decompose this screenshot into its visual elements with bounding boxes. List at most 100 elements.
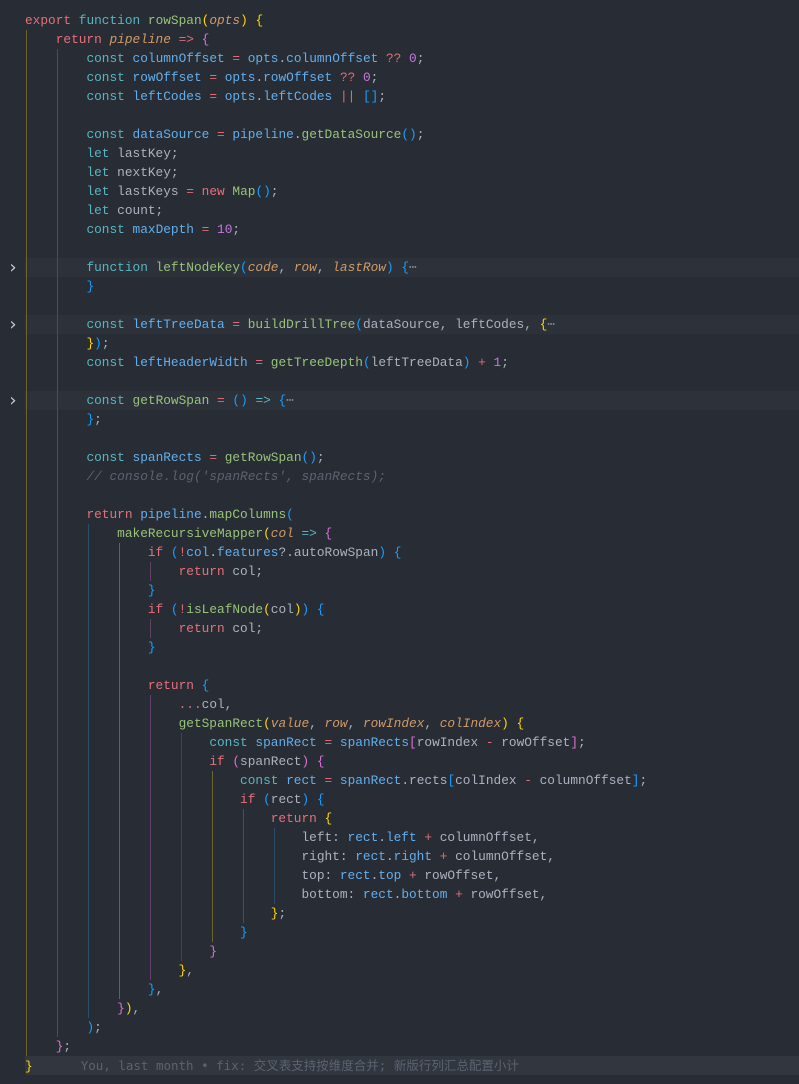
text [332,735,340,750]
code-line[interactable]: const spanRects = getRowSpan(); [25,448,324,467]
code-line[interactable] [25,486,86,505]
code-line[interactable]: if (!col.features?.autoRowSpan) { [25,543,402,562]
code-line[interactable]: }, [25,980,163,999]
code-line[interactable]: if (!isLeafNode(col)) { [25,600,325,619]
code-line[interactable]: let lastKey; [25,144,178,163]
chevron-right-icon[interactable]: › [7,258,19,277]
text [217,70,225,85]
code-line[interactable]: const leftHeaderWidth = getTreeDepth(lef… [25,353,509,372]
code-line[interactable]: export function rowSpan(opts) { [25,11,263,30]
parameter: value [270,716,310,731]
text: , [132,1001,141,1016]
bracket: () [401,127,417,142]
text: rowOffset, [462,887,548,902]
storage: const [86,127,125,142]
code-line[interactable]: const columnOffset = opts.columnOffset ?… [25,49,424,68]
code-line[interactable]: } [25,581,156,600]
text: autoRowSpan [293,545,379,560]
code-line[interactable] [25,429,86,448]
code-line[interactable]: return col; [25,619,263,638]
operator: + [424,830,433,845]
text: , [347,716,363,731]
storage: const [86,393,125,408]
code-line[interactable]: } [25,277,94,296]
code-line[interactable]: getSpanRect(value, row, rowIndex, colInd… [25,714,525,733]
code-line[interactable]: }, [25,961,194,980]
code-line[interactable]: ); [25,1018,101,1037]
parameter: opts [209,13,241,28]
variable: pipeline [232,127,294,142]
code-line[interactable]: return { [25,676,209,695]
function-name: Map [232,184,256,199]
text: rects [409,773,448,788]
code-editor[interactable]: export function rowSpan(opts) { return p… [0,0,799,1084]
text: . [278,51,287,66]
code-line[interactable]: const rowOffset = opts.rowOffset ?? 0; [25,68,378,87]
code-line[interactable]: right: rect.right + columnOffset, [25,847,555,866]
code-line[interactable]: let nextKey; [25,163,178,182]
code-line[interactable]: const leftCodes = opts.leftCodes || []; [25,87,386,106]
storage: const [86,317,125,332]
code-line[interactable]: } [25,942,217,961]
code-line[interactable]: const dataSource = pipeline.getDataSourc… [25,125,424,144]
code-line[interactable]: }; [25,1037,71,1056]
code-line[interactable]: return { [25,809,332,828]
text [125,317,133,332]
text: ; [416,127,425,142]
bracket: { [316,602,325,617]
variable: opts [224,89,256,104]
text: columnOffset, [447,849,555,864]
code-line[interactable]: top: rect.top + rowOffset, [25,866,501,885]
code-line[interactable] [25,372,86,391]
code-line[interactable]: left: rect.left + columnOffset, [25,828,539,847]
variable: spanRect [255,735,317,750]
bracket: { [516,716,525,731]
code-line[interactable]: } [25,638,156,657]
storage: const [86,89,125,104]
code-line[interactable]: const leftTreeData = buildDrillTree(data… [25,315,555,334]
text [194,184,202,199]
code-line[interactable]: let count; [25,201,163,220]
code-line[interactable]: const rect = spanRect.rects[colIndex - c… [25,771,647,790]
code-line[interactable]: if (spanRect) { [25,752,324,771]
code-line[interactable]: makeRecursiveMapper(col => { [25,524,332,543]
function-name: getRowSpan [224,450,302,465]
code-line[interactable]: if (rect) { [25,790,325,809]
text: count; [109,203,164,218]
code-line[interactable]: bottom: rect.bottom + rowOffset, [25,885,547,904]
storage: const [86,355,125,370]
code-line[interactable]: return col; [25,562,263,581]
bracket: { [255,13,264,28]
chevron-right-icon[interactable]: › [7,391,19,410]
bracket: ( [286,507,294,522]
code-line[interactable]: }); [25,334,109,353]
bracket: { [393,545,402,560]
code-line[interactable] [25,106,86,125]
variable: left [385,830,417,845]
variable: leftHeaderWidth [132,355,248,370]
text [217,450,225,465]
code-line[interactable]: let lastKeys = new Map(); [25,182,278,201]
bracket: ) [124,1001,133,1016]
code-line[interactable]: // console.log('spanRects', spanRects); [25,467,386,486]
code-line[interactable]: return pipeline.mapColumns( [25,505,294,524]
code-line[interactable]: }; [25,410,101,429]
code-line[interactable]: }; [25,904,286,923]
code-line[interactable]: } [25,923,248,942]
chevron-right-icon[interactable]: › [7,315,19,334]
code-line[interactable]: return pipeline => { [25,30,210,49]
text [163,602,171,617]
code-line[interactable] [25,657,148,676]
code-line[interactable]: const spanRect = spanRects[rowIndex - ro… [25,733,585,752]
code-line[interactable]: }), [25,999,140,1018]
text [486,355,494,370]
code-line[interactable]: ...col, [25,695,233,714]
code-line[interactable] [25,239,86,258]
code-line[interactable]: const maxDepth = 10; [25,220,240,239]
text: ; [501,355,509,370]
variable: leftTreeData [132,317,225,332]
code-line[interactable]: function leftNodeKey(code, row, lastRow)… [25,258,416,277]
code-line[interactable]: const getRowSpan = () => {⋯ [25,391,293,410]
code-line[interactable] [25,296,86,315]
code-line[interactable]: } You, last month • fix: 交叉表支持按维度合并; 新版行列… [25,1056,519,1075]
